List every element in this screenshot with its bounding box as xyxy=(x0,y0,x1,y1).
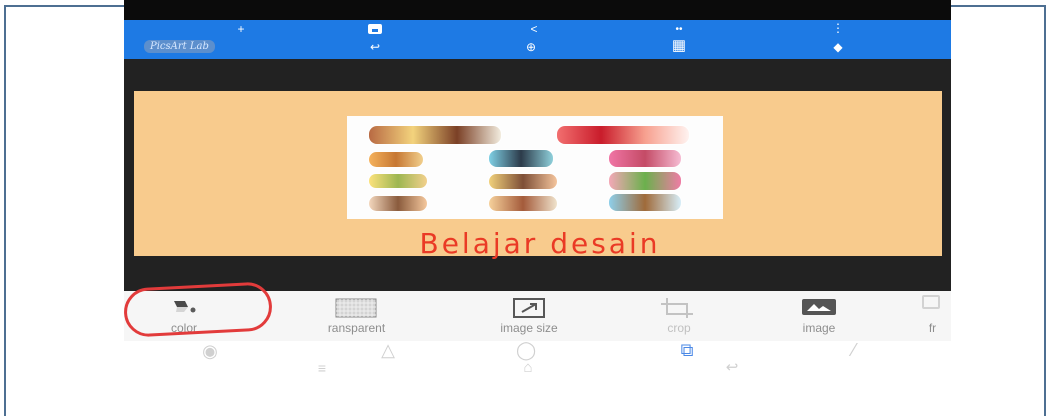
share-icon[interactable]: < xyxy=(524,23,544,35)
tool-image[interactable]: image xyxy=(774,291,864,341)
food-item-8 xyxy=(609,172,681,190)
food-item-11 xyxy=(609,194,681,211)
navigation-bar: ◉ △ ◯ ⧉ ⁄ ≡ ⌂ ↩ xyxy=(124,341,951,380)
wand-icon[interactable]: ⁄ xyxy=(842,341,866,359)
resize-icon xyxy=(513,298,545,318)
food-item-5 xyxy=(609,150,681,167)
home-icon[interactable]: ⌂ xyxy=(515,359,541,377)
undo-icon[interactable]: ↩ xyxy=(367,41,383,53)
tool-crop-label: crop xyxy=(667,321,691,335)
back-icon[interactable]: ↩ xyxy=(720,359,744,377)
menu-icon[interactable]: ≡ xyxy=(310,359,334,377)
frame-icon xyxy=(922,295,940,309)
triangle-icon[interactable]: △ xyxy=(378,341,398,359)
grid-icon[interactable]: ▦ xyxy=(669,38,689,53)
food-item-2 xyxy=(557,126,689,144)
canvas-caption: Belajar desain xyxy=(419,227,661,260)
more-icon[interactable]: ⋮ xyxy=(832,22,844,34)
copy-icon[interactable]: ⧉ xyxy=(677,341,697,359)
food-item-3 xyxy=(369,152,423,167)
tool-transparent-label: ransparent xyxy=(327,321,386,335)
circle-icon[interactable]: ◯ xyxy=(516,341,536,359)
food-item-6 xyxy=(369,174,427,188)
tool-crop[interactable]: crop xyxy=(629,291,729,341)
crop-icon xyxy=(661,298,693,318)
app-logo: PicsArt Lab xyxy=(144,40,215,53)
food-item-4 xyxy=(489,150,553,167)
phone-screen: PicsArt Lab + < •• ⋮ ↩ ⊕ ▦ ◆ Belajar des… xyxy=(124,0,951,380)
tool-image-size[interactable]: image size xyxy=(454,291,604,341)
food-item-9 xyxy=(369,196,427,211)
image-icon xyxy=(802,299,836,315)
layers-icon[interactable]: ◆ xyxy=(829,41,847,53)
food-item-10 xyxy=(489,196,557,211)
editor-workspace: Belajar desain xyxy=(124,59,951,291)
tool-frame-label: fr xyxy=(928,321,937,335)
page-frame-left-border xyxy=(4,5,6,416)
top-toolbar: PicsArt Lab + < •• ⋮ ↩ ⊕ ▦ ◆ xyxy=(124,20,951,59)
food-item-7 xyxy=(489,174,557,189)
add-icon[interactable]: + xyxy=(234,23,248,35)
transparency-grid-icon xyxy=(335,298,377,318)
zoom-icon[interactable]: ⊕ xyxy=(522,41,540,53)
food-image xyxy=(347,116,723,219)
selection-highlight-circle xyxy=(124,281,274,338)
tool-image-label: image xyxy=(802,321,836,335)
tool-transparent[interactable]: ransparent xyxy=(284,291,429,341)
food-item-1 xyxy=(369,126,501,144)
quote-icon[interactable]: •• xyxy=(668,24,690,36)
status-bar xyxy=(124,0,951,20)
tool-image-size-label: image size xyxy=(500,321,558,335)
design-canvas: Belajar desain xyxy=(134,91,942,260)
tool-frame[interactable]: fr xyxy=(914,291,951,341)
page-frame-right-border xyxy=(1044,5,1046,416)
screenshot-page: PicsArt Lab + < •• ⋮ ↩ ⊕ ▦ ◆ Belajar des… xyxy=(0,0,1050,416)
save-icon[interactable] xyxy=(368,24,382,34)
camera-icon[interactable]: ◉ xyxy=(200,342,220,360)
